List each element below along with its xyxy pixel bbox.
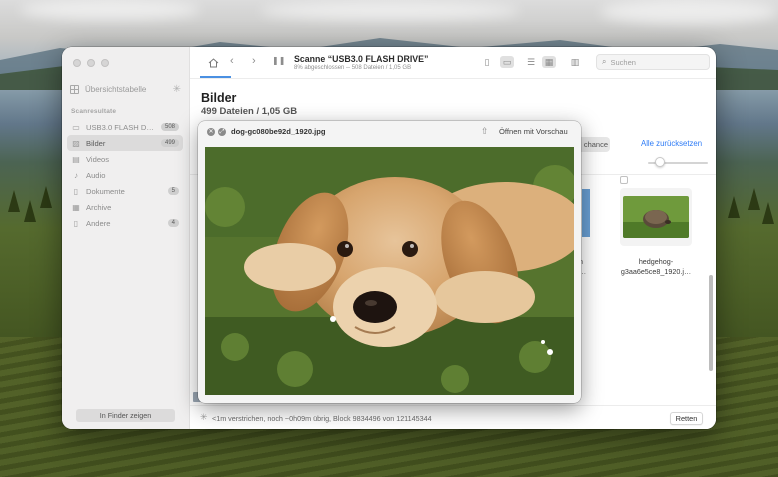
close-preview-button[interactable]: ✕ bbox=[207, 128, 215, 136]
search-field[interactable]: ⌕ Suchen bbox=[596, 54, 710, 70]
share-icon: ⇧ bbox=[481, 126, 489, 136]
sidebar-item-audio[interactable]: ♪ Audio bbox=[67, 167, 183, 183]
other-file-icon: ▯ bbox=[73, 218, 79, 228]
file-name-line: g3aa6e5ce8_1920.j… bbox=[620, 267, 692, 276]
table-icon bbox=[70, 84, 79, 94]
sidebar-item-dokumente[interactable]: ▯ Dokumente 5 bbox=[67, 183, 183, 199]
file-select-checkbox[interactable] bbox=[620, 176, 628, 184]
file-tile-hedgehog[interactable] bbox=[620, 188, 692, 246]
count-badge: 499 bbox=[160, 139, 179, 147]
home-button[interactable] bbox=[203, 53, 223, 73]
sidebar-item-andere[interactable]: ▯ Andere 4 bbox=[67, 215, 183, 231]
sidebar-item-bilder[interactable]: ▨ Bilder 499 bbox=[67, 135, 183, 151]
forward-button[interactable]: › bbox=[252, 55, 256, 67]
back-button[interactable]: ‹ bbox=[230, 55, 234, 67]
status-bar: ✳ <1m verstrichen, noch ~0h09m übrig, Bl… bbox=[190, 405, 716, 429]
sidebar-item-videos[interactable]: ▤ Videos bbox=[67, 151, 183, 167]
show-in-finder-button[interactable]: In Finder zeigen bbox=[76, 409, 175, 422]
file-name-line: hedgehog- bbox=[638, 257, 674, 266]
quick-look-preview: ✕ ⤢ dog-gc080be92d_1920.jpg ⇧ Öffnen mit… bbox=[198, 121, 581, 403]
count-badge: 4 bbox=[167, 219, 179, 227]
page-subtitle: 499 Dateien / 1,05 GB bbox=[201, 106, 298, 117]
file-thumbnail-partial[interactable] bbox=[582, 189, 590, 237]
grid-view-button[interactable]: ▦ bbox=[542, 56, 556, 68]
sidebar: Übersichtstabelle ✳ Scanresultate ▭ USB3… bbox=[62, 47, 190, 429]
zoom-window-button[interactable] bbox=[101, 59, 109, 67]
chevron-left-icon: ‹ bbox=[230, 55, 234, 67]
scan-title: Scanne “USB3.0 FLASH DRIVE” bbox=[294, 54, 429, 64]
search-icon: ⌕ bbox=[602, 57, 607, 66]
scan-progress-text: 8% abgeschlossen -- 508 Dateien / 1,05 G… bbox=[294, 65, 412, 71]
sidebar-item-label: Bilder bbox=[86, 138, 106, 148]
wallpaper-cloud bbox=[600, 0, 778, 24]
fullscreen-preview-button[interactable]: ⤢ bbox=[218, 128, 226, 136]
hedgehog-thumbnail bbox=[623, 196, 689, 238]
file-view-button[interactable]: ▯ bbox=[480, 56, 494, 68]
document-icon: ▯ bbox=[73, 186, 79, 196]
dog-photo bbox=[205, 147, 574, 395]
recovery-chance-filter-button[interactable]: chance bbox=[580, 137, 610, 152]
sidebar-section-title: Scanresultate bbox=[71, 108, 117, 115]
wallpaper-cloud bbox=[260, 2, 520, 20]
preview-filename: dog-gc080be92d_1920.jpg bbox=[231, 127, 326, 136]
home-icon bbox=[208, 58, 218, 68]
folder-view-button[interactable]: ▭ bbox=[500, 56, 514, 68]
recover-button[interactable]: Retten bbox=[670, 412, 703, 425]
wallpaper-cloud bbox=[20, 0, 200, 20]
sidebar-item-label: Videos bbox=[86, 154, 110, 164]
reset-all-filters-link[interactable]: Alle zurücksetzen bbox=[641, 139, 702, 148]
pause-icon: ❚❚ bbox=[272, 56, 286, 65]
pause-scan-button[interactable]: ❚❚ bbox=[272, 56, 285, 65]
page-title: Bilder bbox=[201, 91, 237, 105]
sidebar-item-label: Übersichtstabelle bbox=[85, 84, 147, 94]
archive-icon: ▦ bbox=[72, 202, 80, 212]
scan-status-text: <1m verstrichen, noch ~0h09m übrig, Bloc… bbox=[212, 414, 432, 423]
file-tile-name: hedgehog- g3aa6e5ce8_1920.j… bbox=[608, 257, 704, 277]
close-window-button[interactable] bbox=[73, 59, 81, 67]
sidebar-panel-icon: ▥ bbox=[570, 57, 580, 67]
progress-spinner-icon: ✳ bbox=[200, 412, 208, 422]
thumbnail-size-slider-knob[interactable] bbox=[655, 157, 665, 167]
count-badge: 508 bbox=[160, 123, 179, 131]
drive-icon: ▭ bbox=[72, 122, 80, 132]
document-icon: ▯ bbox=[484, 57, 490, 67]
open-with-preview-button[interactable]: Öffnen mit Vorschau bbox=[499, 127, 568, 136]
sidebar-item-overview[interactable]: Übersichtstabelle ✳ bbox=[70, 80, 181, 98]
list-view-button[interactable]: ☰ bbox=[524, 56, 538, 68]
image-icon: ▨ bbox=[72, 138, 80, 148]
share-button[interactable]: ⇧ bbox=[481, 126, 489, 137]
sidebar-list: ▭ USB3.0 FLASH DRI… 508 ▨ Bilder 499 ▤ V… bbox=[67, 119, 183, 231]
list-icon: ☰ bbox=[526, 57, 536, 67]
folder-icon: ▭ bbox=[502, 57, 512, 67]
count-badge: 5 bbox=[167, 187, 179, 195]
grid-icon: ▦ bbox=[544, 57, 554, 67]
sidebar-toggle-button[interactable]: ▥ bbox=[568, 56, 582, 68]
content-scrollbar[interactable] bbox=[709, 275, 713, 371]
search-placeholder: Suchen bbox=[610, 57, 636, 67]
expand-icon: ⤢ bbox=[219, 129, 225, 135]
toolbar: ‹ › ❚❚ Scanne “USB3.0 FLASH DRIVE” 8% ab… bbox=[190, 47, 716, 79]
sidebar-item-usb-drive[interactable]: ▭ USB3.0 FLASH DRI… 508 bbox=[67, 119, 183, 135]
chevron-right-icon: › bbox=[252, 55, 256, 67]
sidebar-item-label: Archive bbox=[86, 202, 112, 212]
sidebar-item-label: USB3.0 FLASH DRI… bbox=[86, 122, 158, 132]
sidebar-item-archive[interactable]: ▦ Archive bbox=[67, 199, 183, 215]
close-icon: ✕ bbox=[208, 129, 214, 135]
sidebar-item-label: Andere bbox=[86, 218, 111, 228]
sidebar-item-label: Dokumente bbox=[86, 186, 125, 196]
home-tab-indicator bbox=[200, 76, 231, 78]
window-controls bbox=[73, 59, 109, 67]
preview-header: ✕ ⤢ dog-gc080be92d_1920.jpg ⇧ Öffnen mit… bbox=[198, 121, 581, 143]
minimize-window-button[interactable] bbox=[87, 59, 95, 67]
sidebar-item-label: Audio bbox=[86, 170, 106, 180]
progress-spinner-icon: ✳ bbox=[172, 83, 181, 95]
music-note-icon: ♪ bbox=[74, 170, 78, 180]
video-icon: ▤ bbox=[72, 154, 80, 164]
